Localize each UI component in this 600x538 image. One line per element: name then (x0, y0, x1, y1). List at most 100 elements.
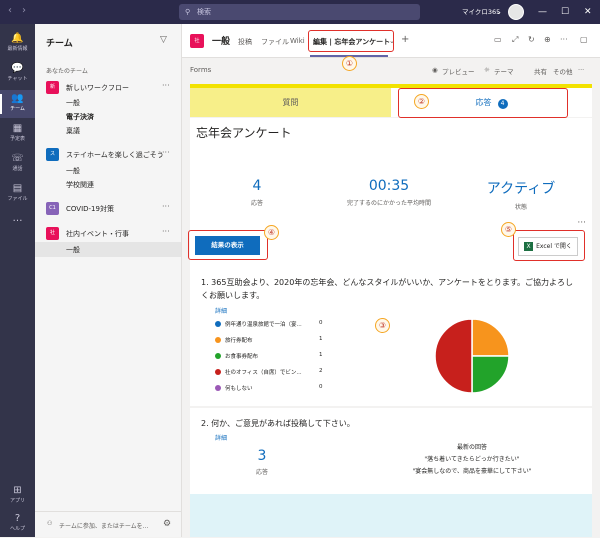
legend-count: 1 (319, 352, 323, 358)
chat-bubble-icon[interactable]: ▭ (494, 35, 502, 44)
pie-slice-1 (471, 318, 510, 357)
file-icon: ▤ (12, 183, 23, 194)
tab-files[interactable]: ファイル (261, 37, 289, 47)
more-icon[interactable]: ··· (162, 227, 170, 236)
teams-section-label: あなたのチーム (46, 68, 88, 75)
refresh-icon[interactable]: ↻ (528, 35, 535, 44)
channel-item[interactable]: 学校関連 (66, 180, 94, 190)
rail-more[interactable]: … (0, 210, 35, 238)
team-item[interactable]: 社 社内イベント・行事 ··· (46, 227, 176, 241)
add-tab-button[interactable]: + (401, 34, 409, 45)
join-team-footer[interactable]: ⚇ チームに参加、またはチームを... ⚙ (35, 511, 181, 537)
legend-count: 2 (319, 368, 323, 374)
rail-label: 予定表 (9, 136, 25, 142)
rail-label: チャット (7, 76, 28, 82)
org-switcher[interactable]: マイクロ365 (462, 0, 500, 24)
theme-button[interactable]: テーマ (494, 66, 514, 76)
team-item[interactable]: C1 COVID-19対策 ··· (46, 202, 176, 216)
rail-chat[interactable]: 💬 チャット (0, 60, 35, 88)
question-2-detail-link[interactable]: 詳細 (215, 433, 227, 442)
legend-count: 1 (319, 336, 323, 342)
more-icon[interactable]: ··· (577, 218, 586, 228)
callout-4: ④ (264, 225, 279, 240)
rail-calls[interactable]: ☏ 通話 (0, 150, 35, 178)
more-icon[interactable]: ··· (162, 81, 170, 90)
main-area: 社 一般 投稿 ファイル Wiki 編集 | 忘年会アンケート ⌄ + ▭ ⤢ … (182, 24, 600, 537)
more-icon[interactable]: ··· (560, 35, 568, 44)
minimize-button[interactable]: — (538, 0, 547, 24)
video-icon[interactable]: ▢ (580, 35, 588, 44)
team-item[interactable]: 新 新しいワークフロー ··· (46, 81, 176, 95)
team-name: COVID-19対策 (66, 205, 114, 213)
stat-value: 4 (252, 178, 262, 194)
globe-icon[interactable]: ⊕ (544, 35, 551, 44)
search-icon: ⚲ (185, 8, 191, 16)
stat-label: 応答 (255, 469, 268, 476)
channel-item-selected[interactable]: 一般 (66, 245, 80, 255)
gear-icon[interactable]: ⚙ (163, 519, 171, 529)
tab-posts[interactable]: 投稿 (238, 37, 252, 47)
rail-activity[interactable]: 🔔 最新情報 (0, 30, 35, 58)
rail-calendar[interactable]: ▦ 予定表 (0, 120, 35, 148)
channel-item[interactable]: 電子決済 (66, 112, 94, 122)
phone-icon: ☏ (11, 153, 24, 164)
legend-swatch (215, 369, 221, 375)
filter-icon[interactable]: ▽ (160, 35, 167, 45)
question-1-text: 1. 365互助会より、2020年の忘年会、どんなスタイルがいいか、アンケートを… (201, 278, 574, 300)
tab-wiki[interactable]: Wiki (290, 37, 305, 45)
teams-pane-title: チーム (46, 39, 73, 49)
stat-value: 00:35 (368, 178, 410, 194)
legend-item: 旅行券配布 1 (215, 336, 325, 346)
org-chevron-down-icon[interactable]: ⌄ (496, 0, 502, 24)
apps-icon: ⊞ (13, 485, 22, 496)
expand-icon[interactable]: ⤢ (512, 35, 518, 45)
close-button[interactable]: ✕ (584, 0, 592, 24)
channel-avatar: 社 (190, 34, 204, 48)
tab-questions[interactable]: 質問 (190, 84, 391, 117)
legend-count: 0 (319, 320, 323, 326)
title-bar: ‹ › ⚲ 検索 マイクロ365 ⌄ — ☐ ✕ (0, 0, 600, 24)
channel-item[interactable]: 稟議 (66, 126, 80, 136)
rail-teams[interactable]: 👥 チーム (0, 90, 35, 118)
more-options-button[interactable]: その他 (553, 66, 573, 76)
rail-label: 最新情報 (7, 46, 28, 52)
legend-item: 例年通り温泉旅館で一泊（宴... 0 (215, 320, 325, 330)
back-arrow-icon[interactable]: ‹ (8, 5, 12, 16)
team-name: 新しいワークフロー (66, 84, 129, 92)
maximize-button[interactable]: ☐ (561, 0, 569, 24)
search-input[interactable]: ⚲ 検索 (179, 4, 420, 20)
legend-label: お食事券配布 (225, 354, 259, 360)
pie-slice-3 (434, 318, 473, 394)
stat-label: 状態 (514, 204, 527, 211)
stat-responses: 4 応答 (192, 178, 322, 207)
share-button[interactable]: 共有 (534, 66, 547, 76)
more-icon[interactable]: ··· (578, 66, 584, 74)
rail-files[interactable]: ▤ ファイル (0, 180, 35, 208)
more-icon[interactable]: ··· (162, 202, 170, 211)
preview-button[interactable]: プレビュー (442, 66, 475, 76)
highlight-box-5 (513, 230, 585, 261)
stat-avg-time: 00:35 完了するのにかかった平均時間 (324, 178, 454, 207)
channel-item[interactable]: 一般 (66, 98, 80, 108)
channel-item[interactable]: 一般 (66, 166, 80, 176)
rail-help[interactable]: ? ヘルプ (0, 510, 35, 538)
results-pie-chart (434, 318, 510, 394)
user-avatar[interactable] (508, 4, 524, 20)
legend-swatch (215, 385, 221, 391)
legend-item: 何もしない 0 (215, 384, 325, 394)
rail-apps[interactable]: ⊞ アプリ (0, 482, 35, 510)
callout-2: ② (414, 94, 429, 109)
form-title: 忘年会アンケート (196, 126, 292, 140)
questions-label: 質問 (282, 98, 299, 107)
stat-label: 完了するのにかかった平均時間 (346, 200, 431, 207)
question-2-stat: 3 応答 (222, 448, 302, 476)
forward-arrow-icon[interactable]: › (22, 5, 26, 16)
team-item[interactable]: ス ステイホームを楽しく過ごそう ··· (46, 148, 176, 162)
more-icon[interactable]: ··· (162, 148, 170, 157)
teams-icon: 👥 (11, 93, 24, 104)
legend-label: 社のオフィス（自席）でビン... (225, 370, 302, 376)
question-1-detail-link[interactable]: 詳細 (215, 306, 227, 315)
team-avatar: ス (46, 148, 59, 161)
legend-swatch (215, 321, 221, 327)
forms-bar: Forms ◉ プレビュー ☼ テーマ 共有 その他 ··· (182, 58, 600, 82)
